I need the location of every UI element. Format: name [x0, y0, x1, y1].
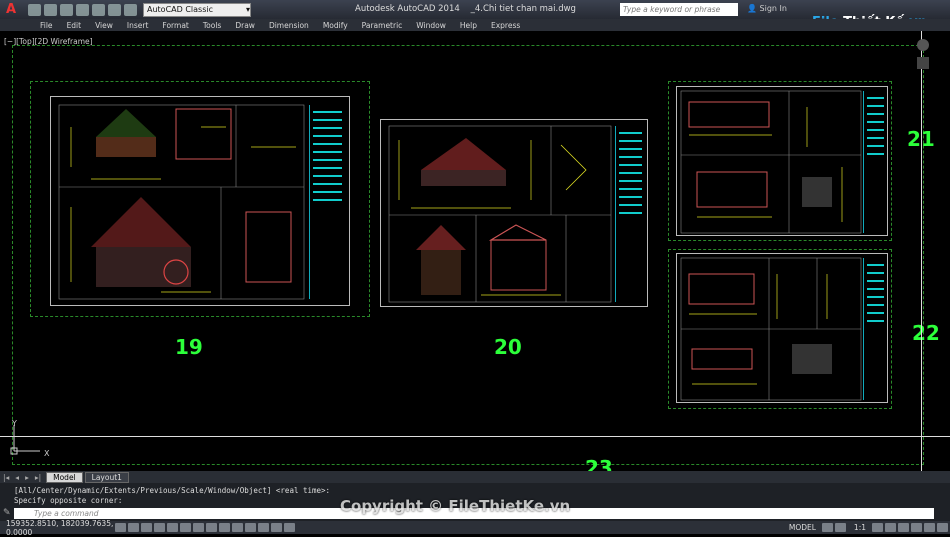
- print-icon[interactable]: [92, 3, 105, 16]
- sheet-20: [380, 119, 648, 307]
- clean-screen-icon[interactable]: [937, 523, 948, 532]
- annotation-visibility-icon[interactable]: [872, 523, 883, 532]
- 3d-osnap-icon[interactable]: [193, 523, 204, 532]
- menu-draw[interactable]: Draw: [228, 21, 262, 30]
- menu-bar: File Edit View Insert Format Tools Draw …: [0, 19, 950, 31]
- infer-constraints-icon[interactable]: [115, 523, 126, 532]
- sheet-21: [676, 86, 888, 236]
- crosshair-vertical: [921, 31, 922, 471]
- wrench-icon[interactable]: ✎: [3, 508, 11, 518]
- lock-icon[interactable]: [898, 523, 909, 532]
- command-history-line-1: [All/Center/Dynamic/Extents/Previous/Sca…: [14, 486, 331, 495]
- sheet-number-20: 20: [494, 335, 522, 359]
- undo-icon[interactable]: [108, 3, 121, 16]
- sheet-number-22: 22: [912, 321, 940, 345]
- crosshair-horizontal: [0, 436, 950, 437]
- sheet-21-title-block: [863, 91, 887, 233]
- file-title: _4.Chi tiet chan mai.dwg: [470, 4, 576, 14]
- open-icon[interactable]: [44, 3, 57, 16]
- otrack-icon[interactable]: [206, 523, 217, 532]
- menu-format[interactable]: Format: [155, 21, 195, 30]
- hardware-acceleration-icon[interactable]: [911, 523, 922, 532]
- title-bar: A AutoCAD Classic ▾ Autodesk AutoCAD 201…: [0, 0, 950, 19]
- lineweight-icon[interactable]: [245, 523, 256, 532]
- sheet-22-drawing: [680, 257, 862, 401]
- quick-view-drawings-icon[interactable]: [834, 523, 846, 532]
- tab-nav-first-icon[interactable]: |◂: [0, 473, 12, 482]
- menu-parametric[interactable]: Parametric: [355, 21, 410, 30]
- snap-icon[interactable]: [128, 523, 139, 532]
- workspace-switching-icon[interactable]: [885, 523, 896, 532]
- menu-help[interactable]: Help: [453, 21, 484, 30]
- tab-nav-last-icon[interactable]: ▸|: [32, 473, 44, 482]
- ucs-x-label: X: [44, 449, 50, 458]
- menu-dimension[interactable]: Dimension: [262, 21, 316, 30]
- selection-cycling-icon[interactable]: [284, 523, 295, 532]
- drawing-canvas[interactable]: [−][Top][2D Wireframe] 19 20 21 22 23 Y …: [0, 31, 950, 471]
- quick-properties-icon[interactable]: [271, 523, 282, 532]
- sheet-22-title-block: [863, 258, 887, 400]
- ducs-icon[interactable]: [219, 523, 230, 532]
- sheet-19: [50, 96, 350, 306]
- tab-layout1[interactable]: Layout1: [84, 471, 129, 483]
- quick-access-toolbar: [28, 3, 137, 16]
- tab-nav-next-icon[interactable]: ▸: [22, 473, 32, 482]
- grid-icon[interactable]: [141, 523, 152, 532]
- tab-model[interactable]: Model: [46, 471, 83, 483]
- workspace-label: AutoCAD Classic: [147, 5, 214, 14]
- sign-in-label: Sign In: [759, 4, 787, 13]
- polar-icon[interactable]: [167, 523, 178, 532]
- sign-in-button[interactable]: 👤 Sign In: [747, 4, 787, 13]
- user-icon: 👤: [747, 4, 757, 13]
- new-icon[interactable]: [28, 3, 41, 16]
- window-title: Autodesk AutoCAD 2014 _4.Chi tiet chan m…: [355, 4, 576, 14]
- layout-tabs: |◂ ◂ ▸ ▸| Model Layout1: [0, 471, 950, 483]
- menu-insert[interactable]: Insert: [120, 21, 156, 30]
- tab-nav-prev-icon[interactable]: ◂: [12, 473, 22, 482]
- status-bar: 159352.8510, 182039.7635, 0.0000 MODEL 1…: [0, 519, 950, 537]
- workspace-dropdown[interactable]: AutoCAD Classic ▾: [143, 2, 251, 17]
- quick-view-layouts-icon[interactable]: [821, 523, 833, 532]
- search-input[interactable]: Type a keyword or phrase: [620, 3, 738, 16]
- app-title: Autodesk AutoCAD 2014: [355, 4, 460, 14]
- command-history-line-2: Specify opposite corner:: [14, 496, 123, 505]
- sheet-19-title-block: [309, 105, 345, 299]
- sheet-number-23: 23: [585, 456, 613, 471]
- annotation-scale[interactable]: 1:1: [848, 523, 872, 532]
- sheet-19-drawing: [58, 104, 305, 300]
- menu-express[interactable]: Express: [484, 21, 527, 30]
- sheet-21-drawing: [680, 90, 862, 234]
- save-icon[interactable]: [60, 3, 73, 16]
- menu-edit[interactable]: Edit: [60, 21, 89, 30]
- navigation-bar[interactable]: [912, 37, 934, 77]
- chevron-down-icon: ▾: [245, 5, 250, 14]
- menu-tools[interactable]: Tools: [196, 21, 228, 30]
- model-space-button[interactable]: MODEL: [783, 523, 822, 532]
- copyright-watermark: Copyright © FileThietKe.vn: [340, 497, 571, 515]
- menu-window[interactable]: Window: [409, 21, 453, 30]
- menu-view[interactable]: View: [88, 21, 120, 30]
- sheet-20-title-block: [615, 126, 645, 302]
- isolate-objects-icon[interactable]: [924, 523, 935, 532]
- autocad-app-icon[interactable]: A: [0, 0, 22, 19]
- menu-file[interactable]: File: [33, 21, 60, 30]
- transparency-icon[interactable]: [258, 523, 269, 532]
- osnap-icon[interactable]: [180, 523, 191, 532]
- sheet-22: [676, 253, 888, 403]
- sheet-number-19: 19: [175, 335, 203, 359]
- dyn-icon[interactable]: [232, 523, 243, 532]
- ucs-y-label: Y: [12, 419, 17, 428]
- sheet-20-drawing: [388, 125, 612, 303]
- save-as-icon[interactable]: [76, 3, 89, 16]
- menu-modify[interactable]: Modify: [316, 21, 355, 30]
- redo-icon[interactable]: [124, 3, 137, 16]
- ortho-icon[interactable]: [154, 523, 165, 532]
